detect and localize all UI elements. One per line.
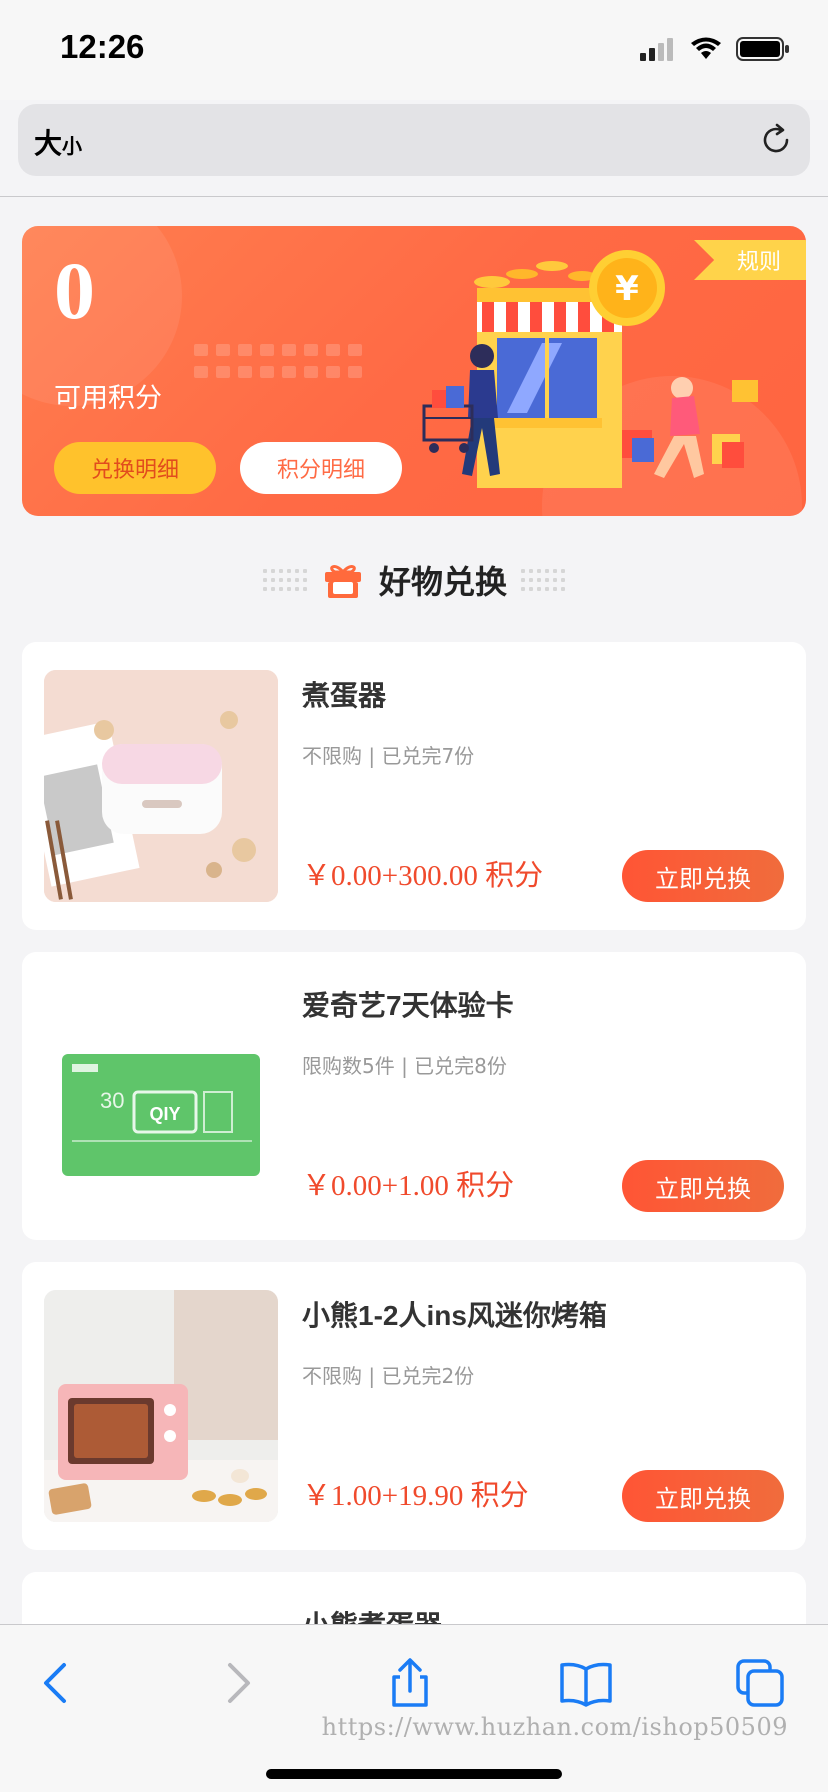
status-time: 12:26: [60, 28, 145, 65]
address-bar[interactable]: 大小: [18, 104, 810, 176]
product-card[interactable]: 小熊1-2人ins风迷你烤箱 不限购 | 已兑完2份 ￥1.00+19.90 积…: [22, 1262, 806, 1550]
section-title: 好物兑换: [378, 563, 507, 601]
svg-text:¥: ¥: [615, 269, 639, 309]
points-banner: 0 可用积分 兑换明细 积分明细 ¥ 规则: [22, 226, 806, 516]
product-meta: 不限购 | 已兑完7份: [302, 744, 475, 768]
product-card[interactable]: 30 QIY 爱奇艺7天体验卡 限购数5件 | 已兑完8份 ￥0.00+1.00…: [22, 952, 806, 1240]
battery-icon: [736, 37, 789, 61]
product-image[interactable]: [44, 670, 278, 902]
status-icons: [640, 36, 790, 62]
cellular-signal-icon: [640, 38, 673, 61]
points-label: 可用积分: [54, 383, 162, 414]
watermark: https://www.huzhan.com/ishop50509: [321, 1713, 788, 1741]
product-name: 小熊1-2人ins风迷你烤箱: [302, 1300, 607, 1331]
wifi-icon: [691, 37, 721, 59]
back-icon[interactable]: [30, 1655, 86, 1711]
product-name: 煮蛋器: [302, 680, 387, 711]
decorative-dots-right: [521, 569, 565, 591]
section-header: 好物兑换: [0, 548, 828, 612]
product-price: ￥1.00+19.90 积分: [302, 1480, 529, 1512]
home-indicator[interactable]: [266, 1769, 562, 1779]
product-image[interactable]: 30 QIY: [44, 980, 278, 1212]
iqiyi-card-image: 30 QIY: [44, 980, 278, 1212]
product-name: 爱奇艺7天体验卡: [302, 990, 514, 1021]
mini-oven-image: [44, 1290, 278, 1522]
gift-icon: [324, 565, 361, 598]
reload-icon[interactable]: [758, 122, 794, 158]
forward-icon[interactable]: [208, 1655, 264, 1711]
banner-dot-grid: [194, 344, 362, 378]
decorative-dots-left: [262, 569, 307, 591]
redeem-button[interactable]: 立即兑换: [622, 1470, 784, 1522]
product-meta: 不限购 | 已兑完2份: [302, 1364, 475, 1388]
redeem-button[interactable]: 立即兑换: [622, 1160, 784, 1212]
product-price: ￥0.00+300.00 积分: [302, 860, 544, 892]
browser-toolbar: https://www.huzhan.com/ishop50509: [0, 1624, 828, 1792]
text-size-big-label: 大: [34, 128, 63, 159]
points-value: 0: [54, 245, 95, 336]
share-icon[interactable]: [382, 1655, 438, 1711]
toolbar-divider: [0, 196, 828, 197]
text-size-button[interactable]: 大小: [34, 122, 82, 162]
product-card[interactable]: 煮蛋器 不限购 | 已兑完7份 ￥0.00+300.00 积分 立即兑换: [22, 642, 806, 930]
text-size-small-label: 小: [62, 136, 83, 158]
redeem-button[interactable]: 立即兑换: [622, 850, 784, 902]
status-bar: 12:26: [0, 0, 828, 100]
product-price: ￥0.00+1.00 积分: [302, 1170, 515, 1202]
points-detail-button[interactable]: 积分明细: [240, 442, 402, 494]
egg-cooker-image: [44, 670, 278, 902]
iqiyi-card-value: 30: [100, 1088, 124, 1113]
exchange-detail-button[interactable]: 兑换明细: [54, 442, 216, 494]
tabs-icon[interactable]: [732, 1655, 788, 1711]
product-meta: 限购数5件 | 已兑完8份: [302, 1054, 507, 1078]
product-image[interactable]: [44, 1290, 278, 1522]
bookmarks-icon[interactable]: [558, 1655, 614, 1711]
iqiyi-card-brand: QIY: [149, 1104, 180, 1124]
